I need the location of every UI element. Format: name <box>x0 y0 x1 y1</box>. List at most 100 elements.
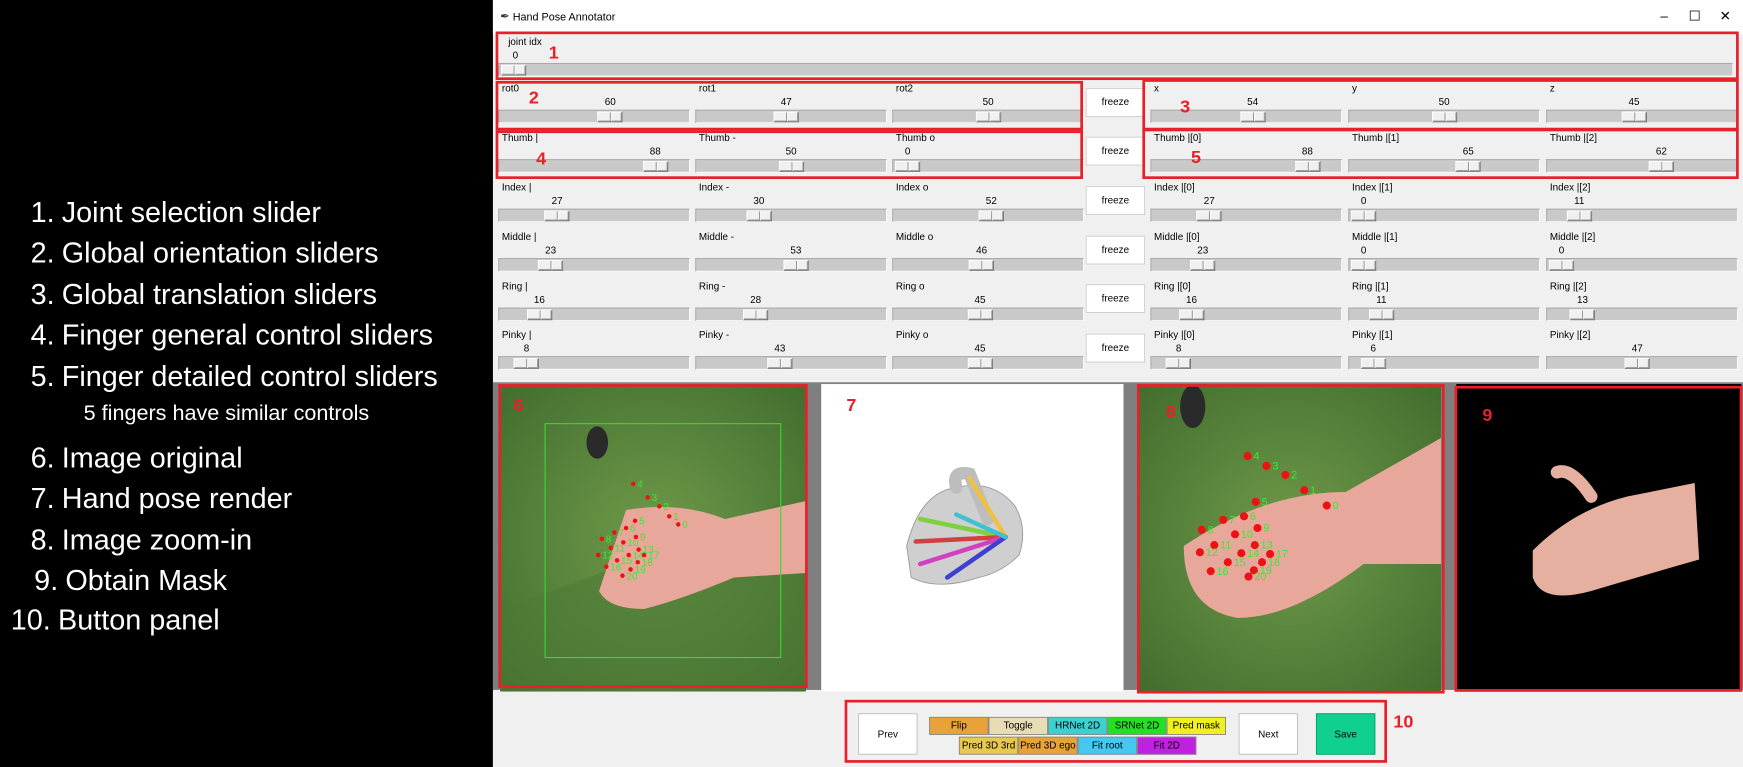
slider-thumb-0[interactable] <box>1150 159 1343 173</box>
slider-handle[interactable] <box>895 161 921 172</box>
fit-root-button[interactable]: Fit root <box>1077 736 1137 755</box>
slider-index-dash[interactable] <box>695 208 887 223</box>
annotation-number-9: 9 <box>1482 405 1493 426</box>
slider-handle[interactable] <box>1294 161 1321 172</box>
slider-ring-1[interactable] <box>1348 307 1540 322</box>
slider-handle[interactable] <box>783 259 809 271</box>
slider-handle[interactable] <box>1196 210 1222 222</box>
slider-pinky-o[interactable] <box>892 356 1084 370</box>
slider-pinky-0[interactable] <box>1150 356 1343 370</box>
slider-handle[interactable] <box>1178 309 1205 321</box>
slider-handle[interactable] <box>1351 210 1377 222</box>
prev-button[interactable]: Prev <box>858 713 918 755</box>
slider-handle[interactable] <box>513 358 540 369</box>
slider-index-0[interactable] <box>1150 208 1343 223</box>
slider-handle[interactable] <box>1190 259 1216 271</box>
slider-value-middle-bar: 23 <box>545 245 557 257</box>
slider-handle[interactable] <box>1240 111 1266 123</box>
slider-handle[interactable] <box>975 111 1001 123</box>
slider-pinky-2[interactable] <box>1546 356 1738 370</box>
freeze-button[interactable]: freeze <box>1085 235 1146 265</box>
slider-ring-o[interactable] <box>892 307 1084 322</box>
slider-rot1[interactable] <box>695 109 887 124</box>
slider-z[interactable] <box>1546 109 1738 124</box>
slider-handle[interactable] <box>1621 111 1647 123</box>
slider-handle[interactable] <box>597 111 623 123</box>
freeze-button[interactable]: freeze <box>1085 88 1146 117</box>
minimize-button[interactable]: – <box>1651 7 1678 27</box>
pred-3d-3rd-button[interactable]: Pred 3D 3rd <box>958 736 1019 755</box>
slider-handle[interactable] <box>967 358 993 369</box>
slider-rot2[interactable] <box>892 109 1084 124</box>
slider-pinky-dash[interactable] <box>695 356 887 370</box>
slider-handle[interactable] <box>501 64 527 76</box>
close-button[interactable]: ✕ <box>1712 7 1739 27</box>
slider-ring-2[interactable] <box>1546 307 1738 322</box>
slider-index-2[interactable] <box>1546 208 1738 223</box>
slider-handle[interactable] <box>746 210 772 222</box>
slider-handle[interactable] <box>969 259 995 271</box>
slider-handle[interactable] <box>1548 259 1575 271</box>
slider-ring-bar[interactable] <box>498 307 690 322</box>
freeze-button[interactable]: freeze <box>1085 333 1146 363</box>
legend-item: 3. Global translation sliders <box>31 278 377 311</box>
slider-handle[interactable] <box>642 161 668 172</box>
slider-thumb-o[interactable] <box>892 159 1084 173</box>
slider-handle[interactable] <box>1166 358 1192 369</box>
joint-idx-slider[interactable] <box>498 62 1734 77</box>
slider-handle[interactable] <box>526 309 552 321</box>
slider-handle[interactable] <box>1431 111 1457 123</box>
slider-handle[interactable] <box>1455 161 1481 172</box>
slider-thumb-2[interactable] <box>1546 159 1738 173</box>
slider-index-o[interactable] <box>892 208 1084 223</box>
annotation-number-10: 10 <box>1393 712 1414 733</box>
slider-middle-2[interactable] <box>1546 258 1738 272</box>
slider-value-pinky-bar: 8 <box>523 343 530 355</box>
maximize-button[interactable]: ☐ <box>1681 7 1708 27</box>
freeze-button[interactable]: freeze <box>1085 186 1146 215</box>
slider-pinky-1[interactable] <box>1348 356 1540 370</box>
freeze-button[interactable]: freeze <box>1085 284 1146 314</box>
slider-index-1[interactable] <box>1348 208 1540 223</box>
slider-index-bar[interactable] <box>498 208 690 223</box>
slider-y[interactable] <box>1348 109 1540 124</box>
slider-handle[interactable] <box>778 161 804 172</box>
slider-handle[interactable] <box>773 111 799 123</box>
slider-thumb-bar[interactable] <box>498 159 690 173</box>
slider-rot0[interactable] <box>498 109 690 124</box>
slider-handle[interactable] <box>743 309 769 321</box>
slider-handle[interactable] <box>538 259 564 271</box>
slider-thumb-1[interactable] <box>1348 159 1540 173</box>
slider-middle-0[interactable] <box>1150 258 1343 272</box>
slider-middle-1[interactable] <box>1348 258 1540 272</box>
slider-thumb-dash[interactable] <box>695 159 887 173</box>
slider-ring-dash[interactable] <box>695 307 887 322</box>
next-button[interactable]: Next <box>1238 713 1298 755</box>
slider-handle[interactable] <box>544 210 570 222</box>
pred-3d-ego-button[interactable]: Pred 3D ego <box>1018 736 1078 755</box>
slider-pinky-bar[interactable] <box>498 356 690 370</box>
slider-handle[interactable] <box>1566 210 1592 222</box>
slider-handle[interactable] <box>1351 259 1377 271</box>
pred-mask-button[interactable]: Pred mask <box>1166 716 1227 735</box>
flip-button[interactable]: Flip <box>929 716 989 735</box>
slider-ring-0[interactable] <box>1150 307 1343 322</box>
slider-middle-o[interactable] <box>892 258 1084 272</box>
legend-item: 1. Joint selection slider <box>31 196 321 229</box>
slider-handle[interactable] <box>1648 161 1674 172</box>
slider-handle[interactable] <box>1368 309 1394 321</box>
slider-middle-bar[interactable] <box>498 258 690 272</box>
fit-2d-button[interactable]: Fit 2D <box>1136 736 1197 755</box>
slider-handle[interactable] <box>767 358 793 369</box>
toggle-button[interactable]: Toggle <box>988 716 1048 735</box>
slider-handle[interactable] <box>1624 358 1650 369</box>
slider-handle[interactable] <box>1360 358 1386 369</box>
slider-middle-dash[interactable] <box>695 258 887 272</box>
save-button[interactable]: Save <box>1315 713 1376 755</box>
freeze-button[interactable]: freeze <box>1085 136 1146 166</box>
slider-handle[interactable] <box>1569 309 1596 321</box>
hrnet-2d-button[interactable]: HRNet 2D <box>1047 716 1108 735</box>
slider-handle[interactable] <box>967 309 993 321</box>
srnet-2d-button[interactable]: SRNet 2D <box>1107 716 1167 735</box>
slider-handle[interactable] <box>978 210 1004 222</box>
